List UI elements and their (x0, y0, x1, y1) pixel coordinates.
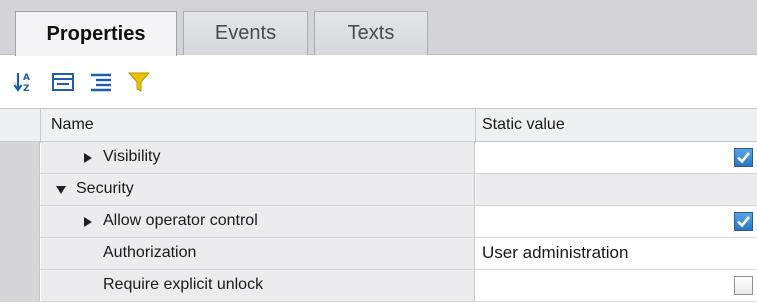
expand-arrow-icon[interactable] (81, 206, 95, 237)
name-cell[interactable]: Allow operator control (41, 206, 475, 237)
row-label: Visibility (103, 148, 161, 165)
row-gutter (0, 238, 40, 269)
grid-row-allow-operator-control[interactable]: Allow operator control (0, 206, 757, 238)
require-explicit-unlock-checkbox[interactable] (734, 276, 753, 295)
grid-row-require-explicit-unlock[interactable]: Require explicit unlock (0, 270, 757, 302)
row-label: Security (76, 180, 134, 197)
row-gutter (0, 174, 40, 205)
toolbar: A Z (0, 55, 757, 108)
expand-all-icon (91, 73, 111, 91)
value-cell[interactable]: User administration (476, 238, 757, 269)
row-gutter (0, 270, 40, 301)
column-header-name[interactable]: Name (51, 109, 94, 143)
filter-button[interactable] (126, 69, 152, 95)
tab-events[interactable]: Events (183, 11, 308, 55)
filter-icon (127, 72, 151, 92)
grid-row-visibility[interactable]: Visibility (0, 142, 757, 174)
name-cell[interactable]: Require explicit unlock (41, 270, 475, 301)
grid-row-security[interactable]: Security (0, 174, 757, 206)
visibility-checkbox[interactable] (734, 148, 753, 167)
properties-grid: Name Static value Visibility Security Al… (0, 108, 757, 303)
collapse-all-icon (52, 72, 74, 91)
column-header-static-value[interactable]: Static value (482, 109, 565, 143)
collapse-all-button[interactable] (50, 69, 76, 95)
sort-alphabetical-button[interactable]: A Z (12, 69, 38, 95)
collapse-arrow-icon[interactable] (54, 174, 68, 205)
column-separator[interactable] (475, 109, 476, 143)
checkmark-icon (737, 216, 751, 228)
sort-alphabetical-icon: A Z (13, 72, 30, 94)
name-cell[interactable]: Authorization (41, 238, 475, 269)
value-cell (476, 174, 757, 205)
name-cell[interactable]: Visibility (41, 142, 475, 173)
tab-properties[interactable]: Properties (15, 11, 177, 56)
value-cell[interactable] (476, 206, 757, 237)
svg-text:A: A (23, 73, 30, 83)
row-label: Require explicit unlock (103, 276, 264, 293)
svg-text:Z: Z (23, 84, 30, 94)
value-cell[interactable] (476, 142, 757, 173)
row-gutter (0, 206, 40, 237)
tab-texts[interactable]: Texts (314, 11, 428, 55)
row-label: Authorization (103, 244, 197, 261)
grid-header: Name Static value (0, 108, 757, 143)
tab-strip: Properties Events Texts (0, 0, 757, 56)
gutter-separator (40, 109, 41, 143)
tab-texts-label: Texts (347, 22, 395, 44)
grid-row-authorization[interactable]: Authorization User administration (0, 238, 757, 270)
expand-arrow-icon[interactable] (81, 142, 95, 173)
name-cell[interactable]: Security (41, 174, 475, 205)
authorization-value[interactable]: User administration (482, 238, 628, 269)
tab-events-label: Events (214, 22, 277, 44)
value-cell[interactable] (476, 270, 757, 301)
allow-operator-control-checkbox[interactable] (734, 212, 753, 231)
row-label: Allow operator control (103, 212, 258, 229)
tab-properties-label: Properties (46, 22, 146, 45)
row-gutter (0, 142, 40, 173)
checkmark-icon (737, 152, 751, 164)
expand-all-button[interactable] (88, 69, 114, 95)
